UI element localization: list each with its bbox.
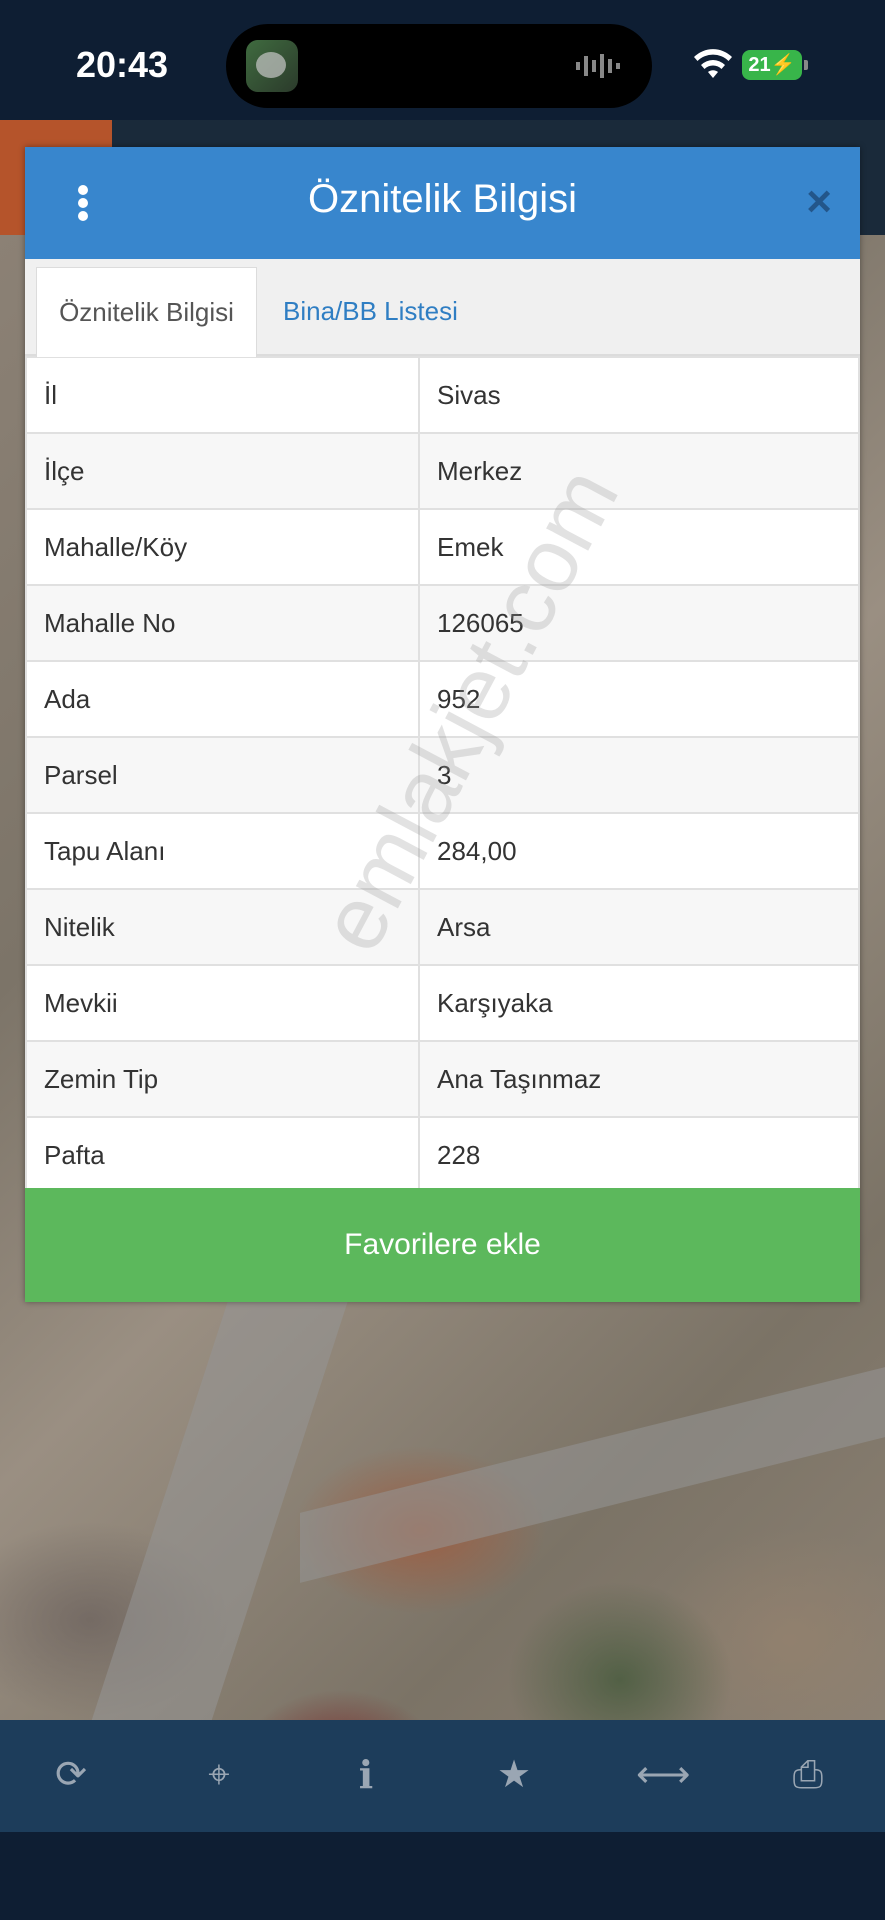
close-icon[interactable]: × bbox=[806, 177, 832, 227]
audio-wave-icon bbox=[576, 54, 620, 78]
refresh-icon[interactable]: ⟳ bbox=[46, 1750, 96, 1800]
attribute-dialog: Öznitelik Bilgisi × Öznitelik Bilgisi Bi… bbox=[25, 147, 860, 1302]
status-bar: 20:43 21⚡ bbox=[0, 0, 885, 120]
table-row: İlçe Merkez bbox=[25, 432, 860, 510]
attribute-key: Parsel bbox=[25, 736, 420, 814]
table-row: Ada 952 bbox=[25, 660, 860, 738]
attribute-key: İl bbox=[25, 356, 420, 434]
tab-building-list[interactable]: Bina/BB Listesi bbox=[283, 267, 458, 357]
battery-indicator: 21⚡ bbox=[742, 50, 808, 80]
table-row: Parsel 3 bbox=[25, 736, 860, 814]
wifi-icon bbox=[694, 49, 732, 78]
attribute-value: Sivas bbox=[418, 356, 860, 434]
attribute-key: Mahalle No bbox=[25, 584, 420, 662]
home-indicator-area bbox=[0, 1832, 885, 1920]
attribute-table: İl Sivas İlçe Merkez Mahalle/Köy Emek Mahal… bbox=[25, 356, 860, 1194]
attribute-value: Emek bbox=[418, 508, 860, 586]
attribute-key: Ada bbox=[25, 660, 420, 738]
tab-bar: Öznitelik Bilgisi Bina/BB Listesi bbox=[25, 259, 860, 357]
measure-icon[interactable]: ⟷ bbox=[636, 1750, 690, 1800]
attribute-value: 284,00 bbox=[418, 812, 860, 890]
attribute-value: 3 bbox=[418, 736, 860, 814]
attribute-key: Pafta bbox=[25, 1116, 420, 1194]
attribute-value: Merkez bbox=[418, 432, 860, 510]
table-row: Pafta 228 bbox=[25, 1116, 860, 1194]
attribute-key: Zemin Tip bbox=[25, 1040, 420, 1118]
attribute-value: Ana Taşınmaz bbox=[418, 1040, 860, 1118]
table-row: Mahalle No 126065 bbox=[25, 584, 860, 662]
dialog-title: Öznitelik Bilgisi bbox=[308, 177, 577, 221]
table-row: Zemin Tip Ana Taşınmaz bbox=[25, 1040, 860, 1118]
attribute-value: 126065 bbox=[418, 584, 860, 662]
star-icon[interactable]: ★ bbox=[489, 1750, 539, 1800]
table-row: Mahalle/Köy Emek bbox=[25, 508, 860, 586]
tab-attribute-info[interactable]: Öznitelik Bilgisi bbox=[36, 267, 257, 357]
dialog-header: Öznitelik Bilgisi × bbox=[25, 147, 860, 259]
locate-icon[interactable]: ⌖ bbox=[194, 1750, 244, 1800]
table-row: İl Sivas bbox=[25, 356, 860, 434]
attribute-key: Mahalle/Köy bbox=[25, 508, 420, 586]
attribute-key: Nitelik bbox=[25, 888, 420, 966]
attribute-value: Karşıyaka bbox=[418, 964, 860, 1042]
app-icon bbox=[246, 40, 298, 92]
attribute-value: 952 bbox=[418, 660, 860, 738]
add-favorite-button[interactable]: Favorilere ekle bbox=[25, 1188, 860, 1302]
table-row: Mevkii Karşıyaka bbox=[25, 964, 860, 1042]
table-row: Tapu Alanı 284,00 bbox=[25, 812, 860, 890]
battery-level: 21 bbox=[748, 54, 771, 76]
status-time: 20:43 bbox=[76, 44, 169, 85]
attribute-value: 228 bbox=[418, 1116, 860, 1194]
dynamic-island bbox=[226, 24, 652, 108]
attribute-key: Mevkii bbox=[25, 964, 420, 1042]
table-row: Nitelik Arsa bbox=[25, 888, 860, 966]
attribute-key: İlçe bbox=[25, 432, 420, 510]
print-icon[interactable]: ⎙ bbox=[783, 1750, 833, 1800]
info-icon[interactable]: i bbox=[341, 1750, 391, 1800]
attribute-key: Tapu Alanı bbox=[25, 812, 420, 890]
attribute-value: Arsa bbox=[418, 888, 860, 966]
bottom-toolbar: ⟳ ⌖ i ★ ⟷ ⎙ bbox=[0, 1720, 885, 1832]
